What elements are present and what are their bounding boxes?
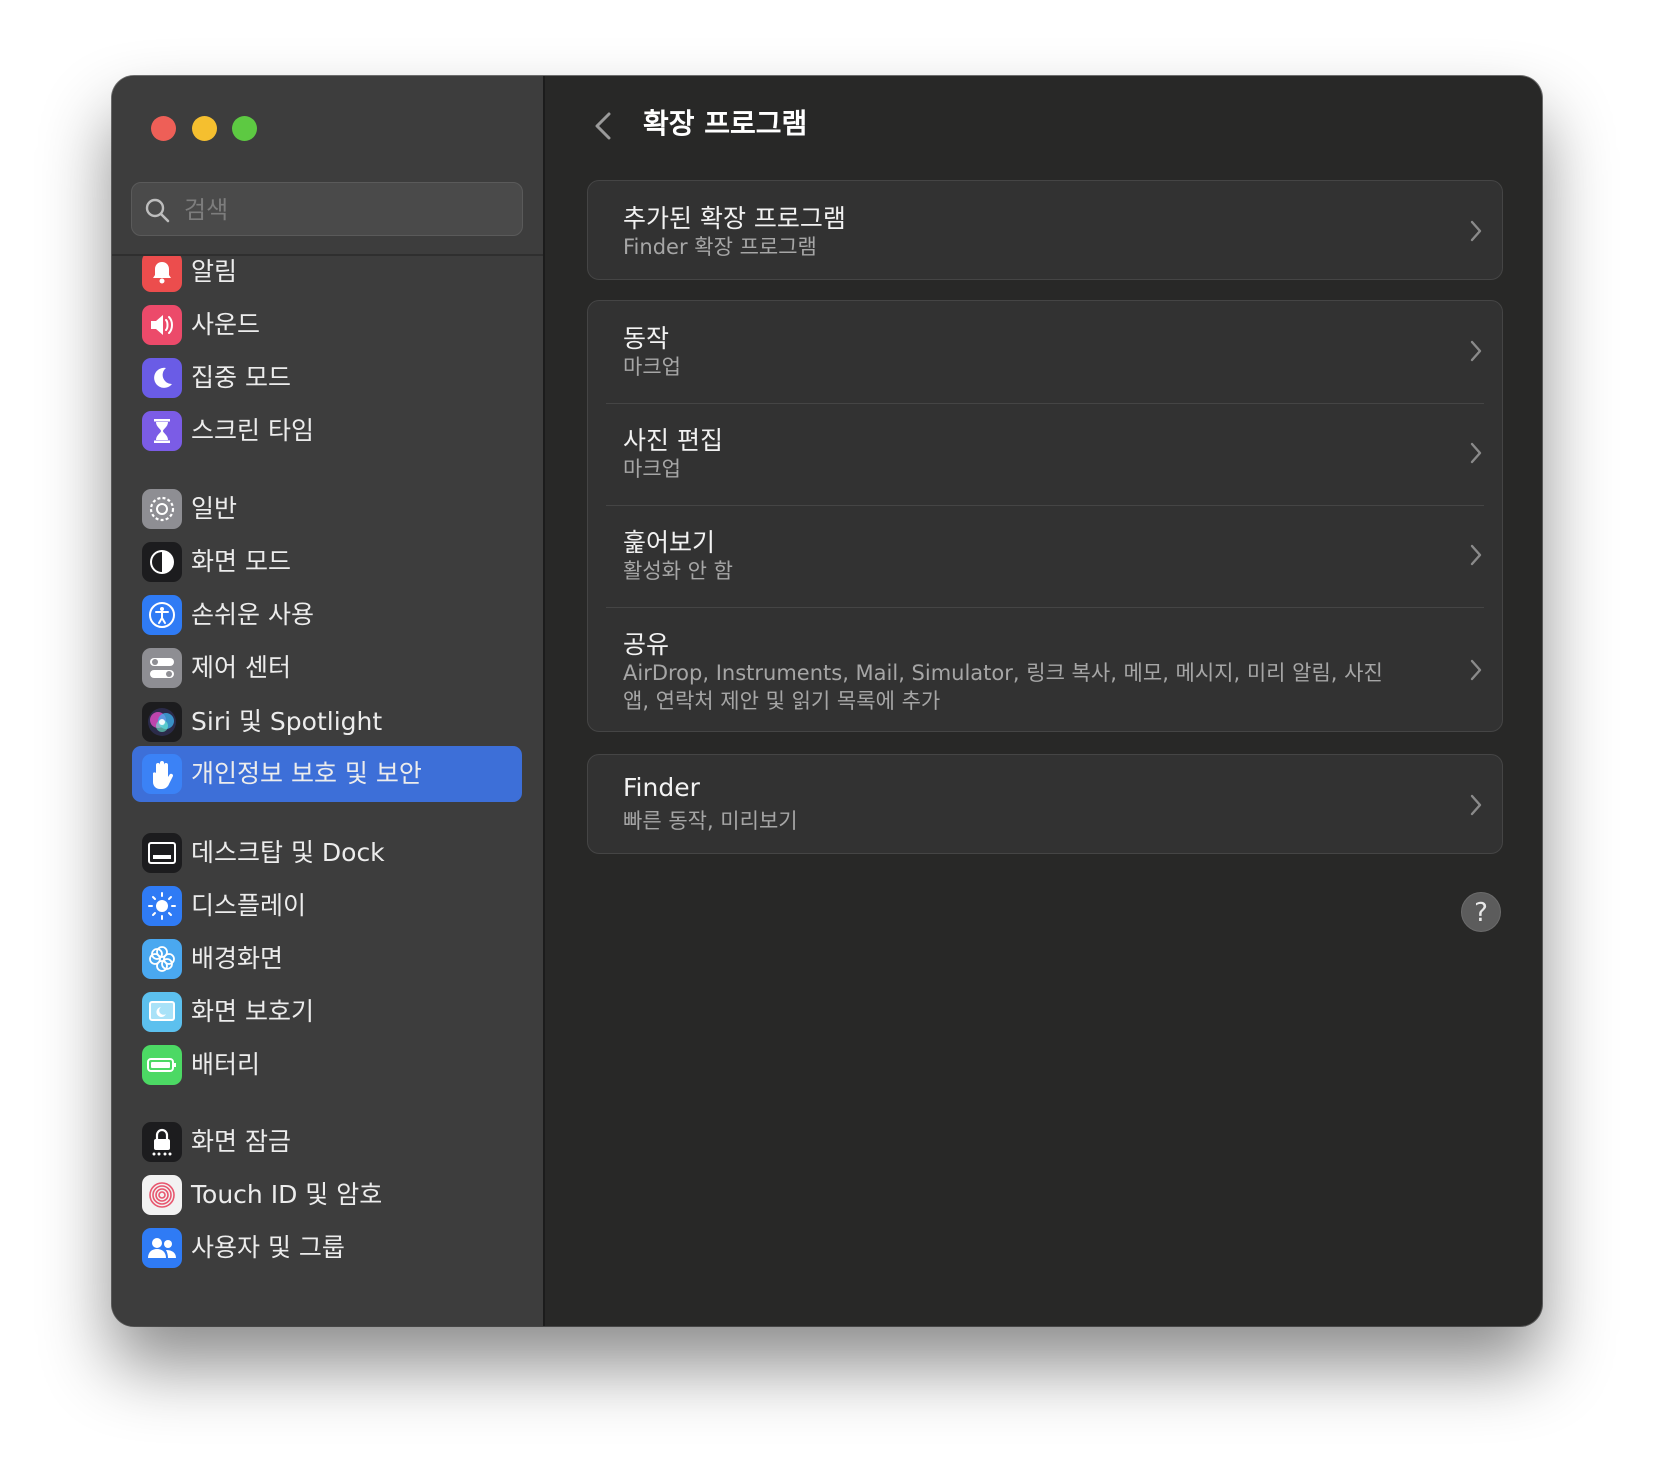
sidebar-item-label: Siri 및 Spotlight bbox=[191, 707, 383, 736]
sidebar-item-label: 개인정보 보호 및 보안 bbox=[191, 759, 422, 788]
row-divider bbox=[606, 505, 1484, 506]
row-subtitle: Finder 확장 프로그램 bbox=[623, 235, 817, 259]
row-share[interactable]: 공유 AirDrop, Instruments, Mail, Simulator… bbox=[588, 607, 1502, 731]
bell-icon bbox=[142, 256, 182, 292]
chevron-right-icon bbox=[1470, 220, 1482, 242]
users-icon bbox=[142, 1228, 182, 1268]
sidebar-item-accessibility[interactable]: 손쉬운 사용 bbox=[132, 587, 522, 643]
sun-icon bbox=[142, 886, 182, 926]
added-extensions-card: 추가된 확장 프로그램 Finder 확장 프로그램 bbox=[587, 180, 1503, 280]
page-title: 확장 프로그램 bbox=[643, 107, 808, 140]
screensaver-icon bbox=[142, 992, 182, 1032]
dock-icon bbox=[142, 833, 182, 873]
appearance-icon bbox=[142, 542, 182, 582]
row-title: 훑어보기 bbox=[623, 528, 716, 557]
sidebar-item-screen-saver[interactable]: 화면 보호기 bbox=[132, 984, 522, 1040]
row-actions[interactable]: 동작 마크업 bbox=[588, 301, 1502, 403]
sidebar-item-touch-id[interactable]: Touch ID 및 암호 bbox=[132, 1167, 522, 1223]
sidebar-item-label: 화면 모드 bbox=[191, 547, 291, 576]
sidebar-item-privacy-security[interactable]: 개인정보 보호 및 보안 bbox=[132, 746, 522, 802]
row-added-extensions[interactable]: 추가된 확장 프로그램 Finder 확장 프로그램 bbox=[588, 181, 1502, 279]
close-window-button[interactable] bbox=[151, 116, 176, 141]
finder-card: Finder 빠른 동작, 미리보기 bbox=[587, 754, 1503, 854]
accessibility-icon bbox=[142, 595, 182, 635]
minimize-window-button[interactable] bbox=[192, 116, 217, 141]
row-divider bbox=[606, 403, 1484, 404]
sidebar-item-label: 일반 bbox=[191, 494, 238, 523]
sidebar-item-siri-spotlight[interactable]: Siri 및 Spotlight bbox=[132, 694, 522, 750]
chevron-left-icon bbox=[595, 112, 611, 140]
sidebar-item-label: 디스플레이 bbox=[191, 891, 307, 920]
search-icon bbox=[145, 198, 170, 223]
sidebar-item-general[interactable]: 일반 bbox=[132, 481, 522, 537]
fingerprint-icon bbox=[142, 1175, 182, 1215]
sidebar-item-desktop-dock[interactable]: 데스크탑 및 Dock bbox=[132, 825, 522, 881]
sidebar-item-displays[interactable]: 디스플레이 bbox=[132, 878, 522, 934]
row-title: 사진 편집 bbox=[623, 426, 723, 455]
extension-types-card: 동작 마크업 사진 편집 마크업 훑어보기 활성화 안 함 공유 AirDrop… bbox=[587, 300, 1503, 732]
row-photo-editing[interactable]: 사진 편집 마크업 bbox=[588, 403, 1502, 505]
sidebar-item-label: 알림 bbox=[191, 257, 238, 286]
sidebar-item-wallpaper[interactable]: 배경화면 bbox=[132, 931, 522, 987]
row-subtitle: AirDrop, Instruments, Mail, Simulator, 링… bbox=[623, 661, 1383, 713]
sidebar-item-label: 화면 보호기 bbox=[191, 997, 314, 1026]
sidebar-item-label: Touch ID 및 암호 bbox=[191, 1180, 383, 1209]
chevron-right-icon bbox=[1470, 340, 1482, 362]
sidebar-item-focus[interactable]: 집중 모드 bbox=[132, 350, 522, 406]
sidebar-item-label: 화면 잠금 bbox=[191, 1127, 291, 1156]
row-title: 공유 bbox=[623, 630, 670, 659]
sidebar-item-label: 손쉬운 사용 bbox=[191, 600, 314, 629]
main-content: 확장 프로그램 추가된 확장 프로그램 Finder 확장 프로그램 동작 마크… bbox=[545, 76, 1542, 1326]
sidebar-item-label: 집중 모드 bbox=[191, 363, 291, 392]
chevron-right-icon bbox=[1470, 794, 1482, 816]
sidebar-item-label: 스크린 타임 bbox=[191, 416, 314, 445]
sidebar-item-control-center[interactable]: 제어 센터 bbox=[132, 640, 522, 696]
row-title: Finder bbox=[623, 773, 700, 802]
hourglass-icon bbox=[142, 411, 182, 451]
flower-icon bbox=[142, 939, 182, 979]
row-subtitle: 빠른 동작, 미리보기 bbox=[623, 809, 798, 833]
lock-icon bbox=[142, 1122, 182, 1162]
sidebar-item-lock-screen[interactable]: 화면 잠금 bbox=[132, 1114, 522, 1170]
search-field[interactable] bbox=[131, 182, 523, 236]
chevron-right-icon bbox=[1470, 442, 1482, 464]
battery-icon bbox=[142, 1045, 182, 1085]
sidebar-list: 알림 사운드 집중 모드 스크린 타임 일반 화면 모드 손쉬운 사용 제어 센… bbox=[112, 256, 543, 1326]
row-subtitle: 활성화 안 함 bbox=[623, 559, 733, 583]
sidebar-item-appearance[interactable]: 화면 모드 bbox=[132, 534, 522, 590]
chevron-right-icon bbox=[1470, 544, 1482, 566]
gear-icon bbox=[142, 489, 182, 529]
row-title: 추가된 확장 프로그램 bbox=[623, 204, 846, 233]
toggles-icon bbox=[142, 648, 182, 688]
sidebar-item-battery[interactable]: 배터리 bbox=[132, 1037, 522, 1093]
search-input[interactable] bbox=[182, 191, 516, 229]
speaker-icon bbox=[142, 305, 182, 345]
zoom-window-button[interactable] bbox=[232, 116, 257, 141]
settings-window: 알림 사운드 집중 모드 스크린 타임 bbox=[112, 76, 1542, 1326]
siri-icon bbox=[142, 702, 182, 742]
row-divider bbox=[606, 607, 1484, 608]
sidebar-item-label: 제어 센터 bbox=[191, 653, 291, 682]
sidebar-item-users-groups[interactable]: 사용자 및 그룹 bbox=[132, 1220, 522, 1276]
row-subtitle: 마크업 bbox=[623, 457, 681, 481]
sidebar-item-label: 데스크탑 및 Dock bbox=[191, 838, 385, 867]
sidebar-item-sound[interactable]: 사운드 bbox=[132, 297, 522, 353]
row-title: 동작 bbox=[623, 324, 670, 353]
row-subtitle: 마크업 bbox=[623, 355, 681, 379]
row-finder[interactable]: Finder 빠른 동작, 미리보기 bbox=[588, 755, 1502, 853]
sidebar: 알림 사운드 집중 모드 스크린 타임 bbox=[112, 76, 545, 1326]
back-button[interactable] bbox=[585, 104, 621, 148]
hand-icon bbox=[142, 754, 182, 794]
sidebar-item-screen-time[interactable]: 스크린 타임 bbox=[132, 403, 522, 459]
sidebar-item-label: 배경화면 bbox=[191, 944, 284, 973]
help-button[interactable]: ? bbox=[1461, 892, 1501, 932]
sidebar-item-label: 사용자 및 그룹 bbox=[191, 1233, 345, 1262]
row-quick-look[interactable]: 훑어보기 활성화 안 함 bbox=[588, 505, 1502, 607]
moon-icon bbox=[142, 358, 182, 398]
chevron-right-icon bbox=[1470, 659, 1482, 681]
sidebar-item-notifications[interactable]: 알림 bbox=[132, 256, 522, 300]
sidebar-item-label: 사운드 bbox=[191, 310, 261, 339]
sidebar-item-label: 배터리 bbox=[191, 1050, 261, 1079]
